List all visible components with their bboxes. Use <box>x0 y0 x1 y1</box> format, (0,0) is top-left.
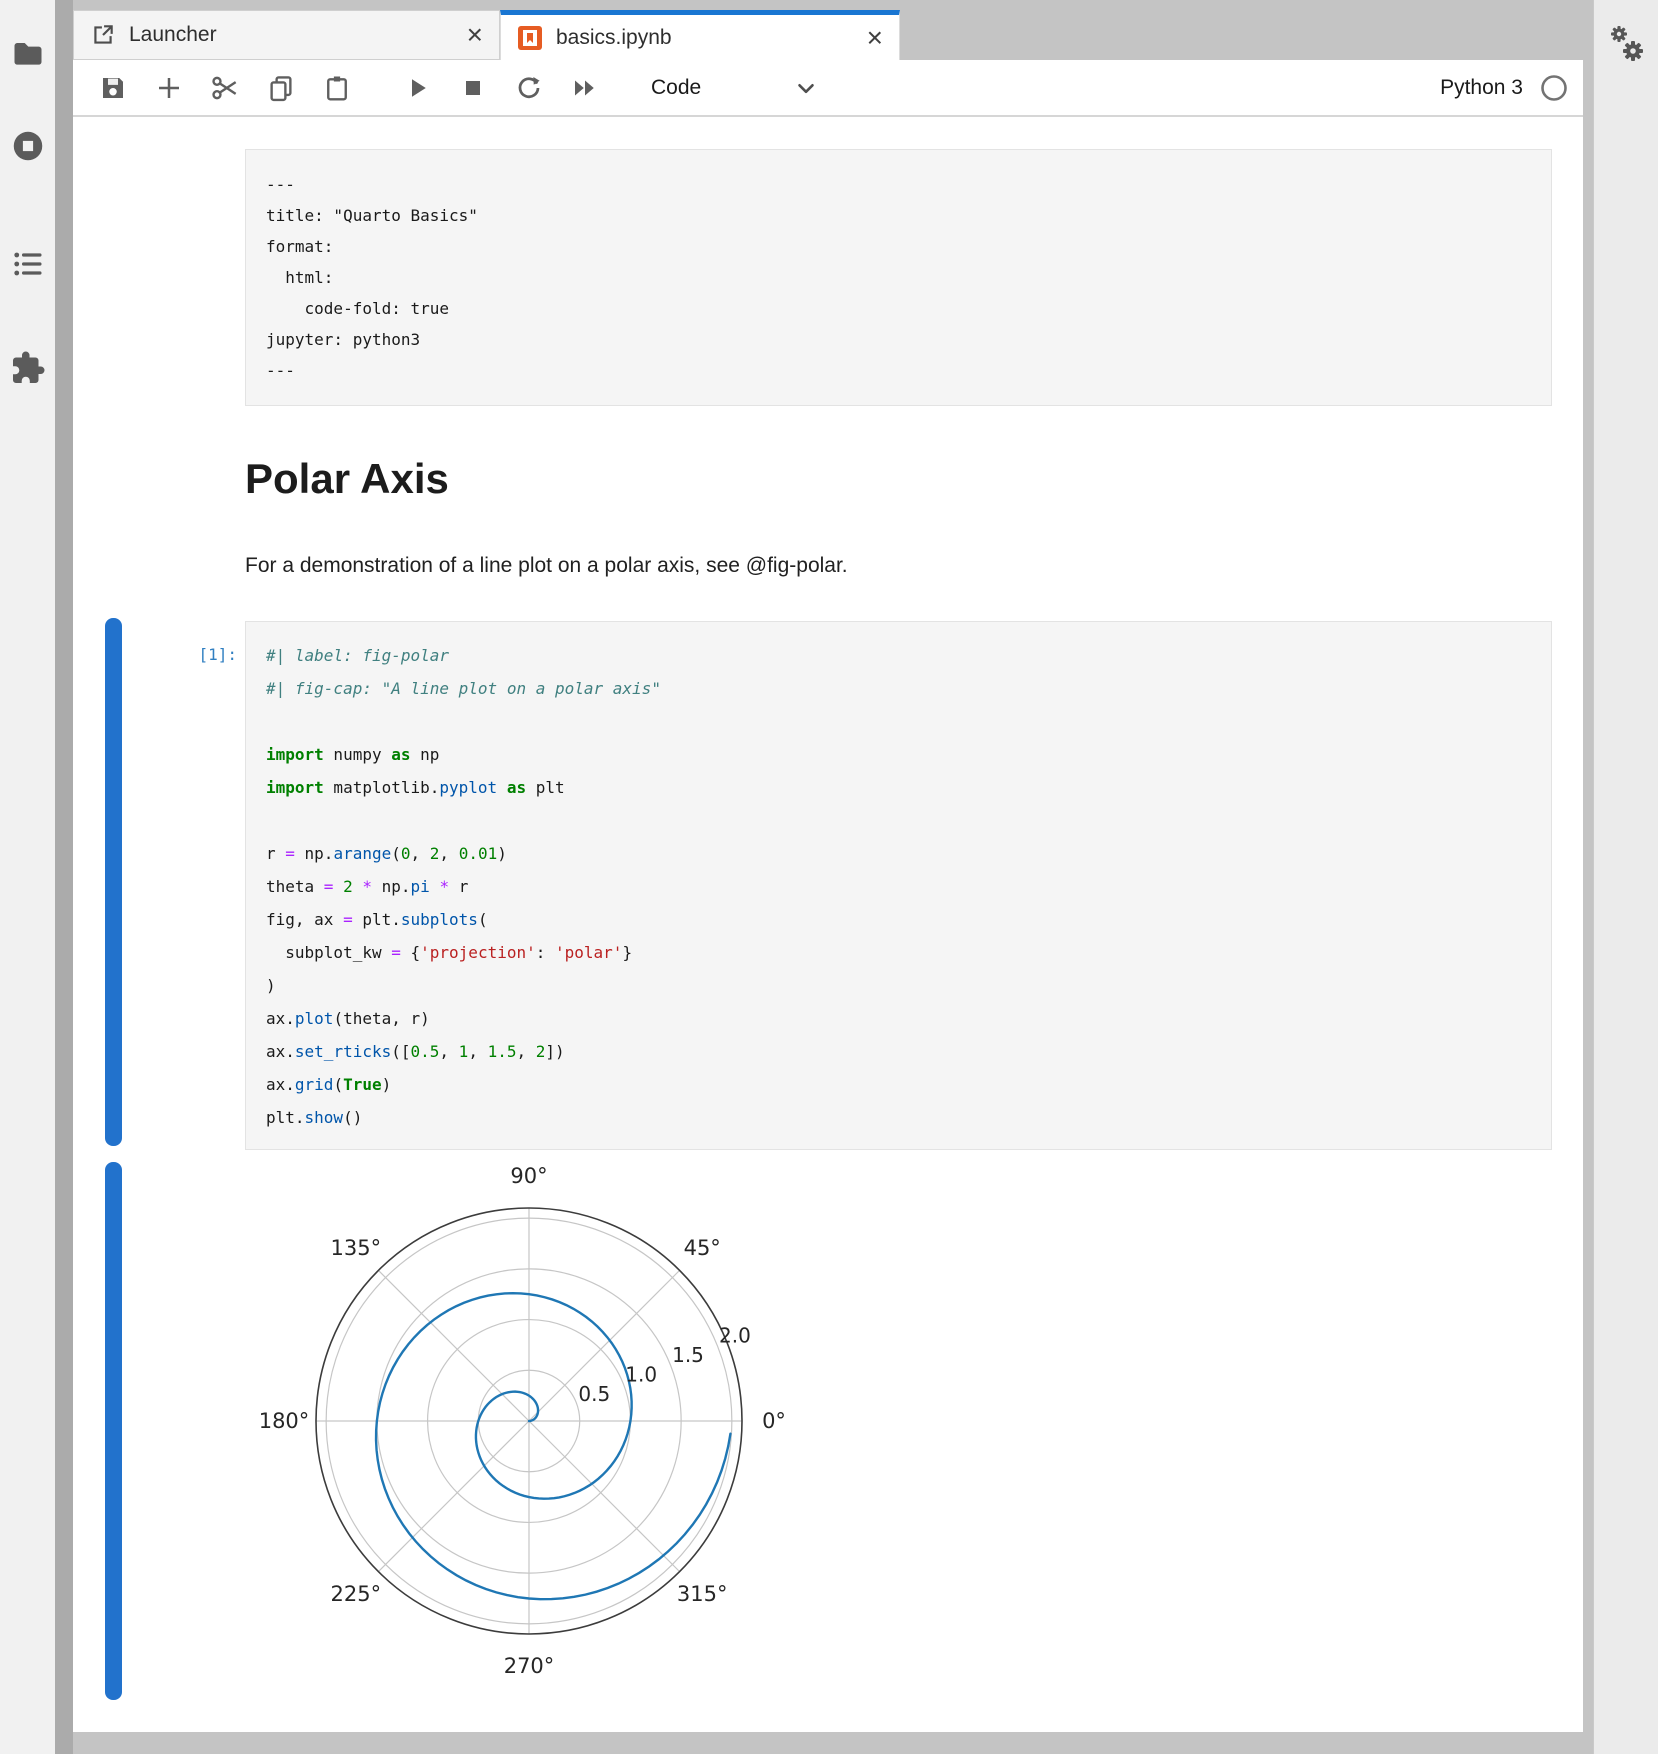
output-collapser[interactable] <box>105 1162 122 1700</box>
theta-tick-label: 45° <box>684 1236 721 1260</box>
cell-type-select[interactable]: Code <box>651 75 819 101</box>
chevron-down-icon <box>793 75 819 101</box>
r-tick-label: 0.5 <box>578 1382 610 1406</box>
theta-tick-label: 315° <box>677 1582 728 1606</box>
raw-yaml-cell[interactable]: ---title: "Quarto Basics"format: html: c… <box>245 149 1552 406</box>
kernel-status-icon <box>1539 73 1569 103</box>
tab-label: basics.ipynb <box>556 26 672 50</box>
code-line: code-fold: true <box>266 293 1531 324</box>
code-line: --- <box>266 355 1531 386</box>
kernel-name[interactable]: Python 3 <box>1440 76 1523 100</box>
code-cell-editor[interactable]: #| label: fig-polar#| fig-cap: "A line p… <box>245 621 1552 1150</box>
code-line: #| label: fig-polar <box>266 639 1531 672</box>
paste-icon[interactable] <box>319 70 355 106</box>
gear-small <box>1611 26 1627 42</box>
code-line: jupyter: python3 <box>266 324 1531 355</box>
tab-launcher[interactable]: Launcher × <box>73 10 500 60</box>
code-line: import numpy as np <box>266 738 1531 771</box>
close-icon[interactable]: × <box>867 24 883 52</box>
r-tick-label: 2.0 <box>719 1324 751 1348</box>
notebook-icon <box>517 25 543 51</box>
restart-run-all-button[interactable] <box>567 70 603 106</box>
kernel-indicator: Python 3 <box>1440 73 1569 103</box>
tab-basics-ipynb[interactable]: basics.ipynb × <box>500 10 900 60</box>
theta-tick-label: 0° <box>762 1409 786 1433</box>
save-button[interactable] <box>95 70 131 106</box>
gears-icon[interactable] <box>1608 24 1646 66</box>
code-line: #| fig-cap: "A line plot on a polar axis… <box>266 672 1531 705</box>
notebook-toolbar: Code Python 3 <box>73 60 1583 117</box>
right-sidebar-strip <box>1593 0 1658 1754</box>
code-line: ax.plot(theta, r) <box>266 1002 1531 1035</box>
left-activity-bar <box>0 0 55 1754</box>
code-line: format: <box>266 231 1531 262</box>
running-icon[interactable] <box>10 128 46 164</box>
code-line: subplot_kw = {'projection': 'polar'} <box>266 936 1531 969</box>
folder-icon[interactable] <box>10 36 46 72</box>
theta-tick-label: 225° <box>331 1582 382 1606</box>
theta-tick-label: 180° <box>259 1409 310 1433</box>
code-line: theta = 2 * np.pi * r <box>266 870 1531 903</box>
polar-plot-output: 0° 45° 90° 135° 180° 225° 270° 315° 0.5 1.0 1.5 2.0 <box>205 1150 965 1730</box>
code-line <box>266 705 1531 738</box>
code-line: fig, ax = plt.subplots( <box>266 903 1531 936</box>
theta-tick-label: 270° <box>504 1654 555 1678</box>
cut-icon[interactable] <box>207 70 243 106</box>
cell-type-value: Code <box>651 76 701 100</box>
code-line: ) <box>266 969 1531 1002</box>
puzzle-icon[interactable] <box>10 350 46 386</box>
main-panel: Launcher × basics.ipynb × <box>73 0 1583 1732</box>
polar-plot-figure: 0° 45° 90° 135° 180° 225° 270° 315° 0.5 1.0 1.5 2.0 <box>205 1150 965 1730</box>
code-line <box>266 804 1531 837</box>
restart-kernel-button[interactable] <box>511 70 547 106</box>
toc-icon[interactable] <box>10 246 46 282</box>
theta-tick-label: 135° <box>331 1236 382 1260</box>
code-cell-collapser[interactable] <box>105 618 122 1146</box>
code-line: title: "Quarto Basics" <box>266 200 1531 231</box>
code-line: import matplotlib.pyplot as plt <box>266 771 1531 804</box>
code-line: ax.set_rticks([0.5, 1, 1.5, 2]) <box>266 1035 1531 1068</box>
gear-large <box>1623 41 1643 61</box>
code-line: html: <box>266 262 1531 293</box>
tab-bar: Launcher × basics.ipynb × <box>73 0 1583 60</box>
sidebar-divider <box>55 0 73 1754</box>
code-line: plt.show() <box>266 1101 1531 1134</box>
code-line: r = np.arange(0, 2, 0.01) <box>266 837 1531 870</box>
copy-icon[interactable] <box>263 70 299 106</box>
interrupt-kernel-button[interactable] <box>455 70 491 106</box>
launcher-icon <box>90 22 116 48</box>
theta-tick-label: 90° <box>510 1164 547 1188</box>
code-line: --- <box>266 169 1531 200</box>
insert-cell-button[interactable] <box>151 70 187 106</box>
r-tick-label: 1.5 <box>672 1343 704 1367</box>
markdown-heading: Polar Axis <box>245 455 449 503</box>
code-line: ax.grid(True) <box>266 1068 1531 1101</box>
markdown-paragraph: For a demonstration of a line plot on a … <box>245 554 848 578</box>
notebook-content: ---title: "Quarto Basics"format: html: c… <box>73 117 1583 1732</box>
run-button[interactable] <box>399 70 435 106</box>
close-icon[interactable]: × <box>467 21 483 49</box>
r-tick-label: 1.0 <box>625 1363 657 1387</box>
execution-prompt: [1]: <box>133 638 237 671</box>
tab-label: Launcher <box>129 23 217 47</box>
